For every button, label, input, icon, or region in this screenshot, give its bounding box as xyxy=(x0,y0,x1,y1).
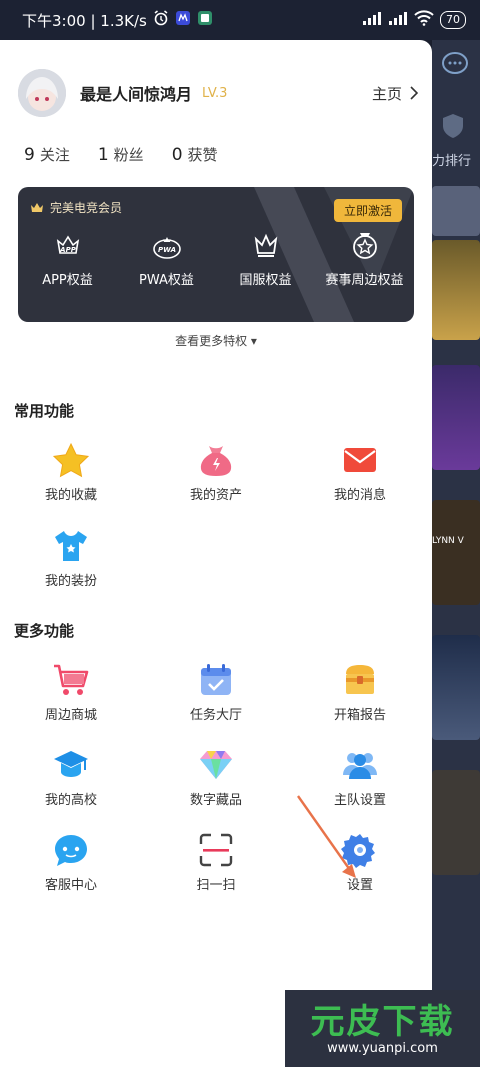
treasure-chest-icon xyxy=(346,665,374,694)
messages-button[interactable]: 我的消息 xyxy=(305,442,415,503)
stat-likes[interactable]: 0 获赞 xyxy=(172,144,218,165)
vip-benefit-merch[interactable]: 赛事周边权益 xyxy=(317,231,413,288)
assets-button[interactable]: 我的资产 xyxy=(161,442,271,503)
team-icon xyxy=(343,753,377,779)
vip-benefits: APP APP权益 PWA PWA权益 国服权益 赛事周边权益 xyxy=(18,231,414,288)
section-title-more: 更多功能 xyxy=(14,622,75,640)
vip-benefit-label: APP权益 xyxy=(42,273,93,288)
app-notification-icon xyxy=(175,10,191,30)
vip-title: 完美电竞会员 xyxy=(30,199,122,216)
calendar-icon xyxy=(201,664,231,695)
level-badge: LV.3 xyxy=(202,85,228,101)
vip-benefit-label: PWA权益 xyxy=(139,273,194,288)
vip-benefit-pwa[interactable]: PWA PWA权益 xyxy=(119,231,215,288)
scan-icon xyxy=(199,833,233,867)
stat-following[interactable]: 9 关注 xyxy=(24,144,70,165)
tshirt-icon xyxy=(55,531,87,561)
watermark-logo: 元皮下载 xyxy=(310,1002,455,1042)
signal-icon xyxy=(362,11,382,29)
grid-label: 我的高校 xyxy=(44,793,97,808)
vip-benefit-app[interactable]: APP APP权益 xyxy=(20,231,116,288)
stat-label: 获赞 xyxy=(187,146,218,164)
stat-label: 关注 xyxy=(39,146,70,164)
background-card-label: LYNN V xyxy=(432,536,464,546)
app-crown-icon: APP xyxy=(56,235,79,254)
stat-value: 0 xyxy=(171,145,183,165)
stat-followers[interactable]: 1 粉丝 xyxy=(98,144,144,165)
stats-row: 9 关注 1 粉丝 0 获赞 xyxy=(24,144,218,165)
scan-button[interactable]: 扫一扫 xyxy=(161,832,271,893)
grid-label: 我的收藏 xyxy=(44,488,97,503)
app-notification-icon-2 xyxy=(197,10,213,30)
money-bag-icon xyxy=(200,446,232,476)
username: 最是人间惊鸿月 xyxy=(80,85,193,104)
background-card xyxy=(432,186,480,236)
unboxing-report-button[interactable]: 开箱报告 xyxy=(305,662,415,723)
section-title-common: 常用功能 xyxy=(14,402,75,420)
shopping-cart-icon xyxy=(54,664,89,695)
grid-label: 数字藏品 xyxy=(189,793,242,808)
stat-label: 粉丝 xyxy=(113,146,144,164)
stat-value: 1 xyxy=(97,145,109,165)
grid-label: 扫一扫 xyxy=(196,878,236,893)
side-drawer: 最是人间惊鸿月 LV.3 主页 9 关注 1 粉丝 0 获赞 完美电竞会员 立即激活 … xyxy=(0,40,432,1067)
star-icon xyxy=(52,442,90,478)
background-card: LYNN V xyxy=(432,500,480,605)
shop-button[interactable]: 周边商城 xyxy=(16,662,126,723)
customer-service-button[interactable]: 客服中心 xyxy=(16,832,126,893)
grid-label: 我的消息 xyxy=(333,488,386,503)
background-card xyxy=(432,770,480,875)
diamond-icon xyxy=(200,751,232,779)
chat-bubble-icon xyxy=(55,835,87,866)
shield-icon xyxy=(440,112,466,144)
annotation-arrow xyxy=(297,795,356,878)
crown-small-icon xyxy=(31,203,43,212)
chevron-right-icon xyxy=(410,86,418,100)
watermark: 元皮下载 www.yuanpi.com xyxy=(285,990,480,1067)
pwa-crown-icon: PWA xyxy=(152,237,181,259)
homepage-link[interactable]: 主页 xyxy=(372,83,418,104)
grid-label: 周边商城 xyxy=(44,708,97,723)
grid-label: 我的资产 xyxy=(189,488,242,503)
background-card xyxy=(432,635,480,740)
alarm-icon xyxy=(153,10,169,30)
battery-indicator: 70 xyxy=(440,11,466,29)
tasks-button[interactable]: 任务大厅 xyxy=(161,662,271,723)
my-school-button[interactable]: 我的高校 xyxy=(16,747,126,808)
favorites-button[interactable]: 我的收藏 xyxy=(16,442,126,503)
homepage-label: 主页 xyxy=(371,84,402,103)
watermark-url: www.yuanpi.com xyxy=(327,1041,438,1056)
more-privileges-link[interactable]: 查看更多特权 ▾ xyxy=(0,332,432,349)
background-card xyxy=(432,240,480,340)
vip-benefit-label: 国服权益 xyxy=(239,273,292,288)
medal-icon xyxy=(352,233,377,259)
background-page: 力排行 LYNN V xyxy=(432,40,480,1067)
vip-title-text: 完美电竞会员 xyxy=(50,201,123,215)
vip-benefit-label: 赛事周边权益 xyxy=(325,273,404,288)
grid-label: 客服中心 xyxy=(44,878,97,893)
chat-icon xyxy=(440,50,470,82)
svg-text:APP: APP xyxy=(59,246,77,254)
grid-label: 开箱报告 xyxy=(333,708,386,723)
grid-label: 我的装扮 xyxy=(44,574,97,589)
svg-text:PWA: PWA xyxy=(157,246,175,254)
wifi-icon xyxy=(414,10,434,30)
grid-label: 任务大厅 xyxy=(189,708,242,723)
outfit-button[interactable]: 我的装扮 xyxy=(16,528,126,589)
vip-card[interactable]: 完美电竞会员 立即激活 APP APP权益 PWA PWA权益 国服权益 赛事周… xyxy=(18,187,414,322)
status-bar: 下午3:00 | 1.3K/s 70 xyxy=(0,0,480,40)
digital-collectibles-button[interactable]: 数字藏品 xyxy=(161,747,271,808)
activate-button[interactable]: 立即激活 xyxy=(333,199,402,222)
graduation-cap-icon xyxy=(54,751,88,777)
mail-icon xyxy=(344,448,376,472)
status-time-speed: 下午3:00 | 1.3K/s xyxy=(22,11,147,30)
stat-value: 9 xyxy=(24,145,35,165)
background-rank-label: 力排行 xyxy=(432,154,472,169)
profile-header[interactable]: 最是人间惊鸿月 LV.3 主页 xyxy=(18,68,418,118)
avatar[interactable] xyxy=(18,69,66,117)
crown-icon xyxy=(254,233,277,257)
signal-icon-2 xyxy=(388,11,408,29)
background-card xyxy=(432,365,480,470)
vip-benefit-national[interactable]: 国服权益 xyxy=(218,231,314,288)
